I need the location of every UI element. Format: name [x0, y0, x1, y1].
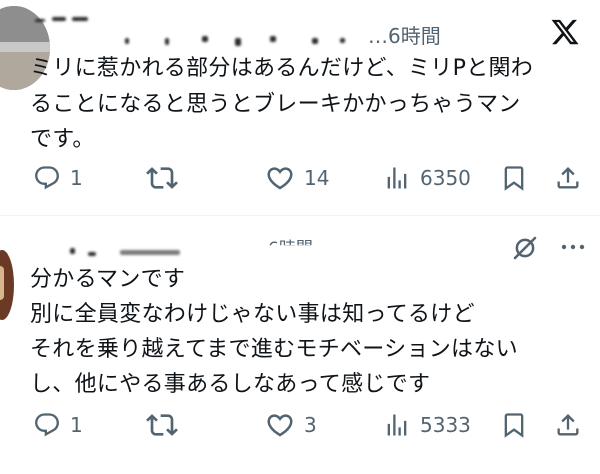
post-text-line: 分かるマンです	[30, 267, 186, 292]
bookmark-button[interactable]	[500, 407, 528, 443]
like-icon	[267, 414, 293, 437]
more-icon[interactable]	[560, 240, 586, 254]
share-icon	[557, 414, 579, 436]
like-button[interactable]: 14	[265, 160, 329, 196]
retweet-icon	[146, 414, 178, 436]
views-icon	[387, 414, 407, 436]
post-text-line: です。	[30, 127, 95, 152]
share-button[interactable]	[554, 160, 582, 196]
views-button[interactable]: 6350	[383, 160, 471, 196]
share-button[interactable]	[554, 407, 582, 443]
reply-icon	[35, 413, 59, 437]
like-count: 14	[304, 166, 330, 190]
views-icon	[387, 167, 407, 189]
post-text-line: し、他にやる事あるしなあって感じです	[30, 372, 431, 397]
post-text-line: 別に全員変なわけじゃない事は知ってるけど	[30, 302, 475, 327]
divider	[0, 215, 600, 216]
action-bar: 1 14 6350	[0, 160, 600, 196]
reply-count: 1	[70, 413, 83, 437]
post-text-line: ることになると思うとブレーキかかっちゃうマン	[30, 92, 521, 117]
reply-button[interactable]: 1	[33, 160, 83, 196]
action-bar: 1 3 5333	[0, 407, 600, 443]
like-count: 3	[304, 413, 317, 437]
bookmark-button[interactable]	[500, 160, 528, 196]
retweet-button[interactable]	[146, 160, 178, 196]
share-icon	[557, 167, 579, 189]
like-icon	[267, 167, 293, 190]
reply-count: 1	[70, 166, 83, 190]
views-button[interactable]: 5333	[383, 407, 471, 443]
reply-icon	[35, 166, 59, 190]
like-button[interactable]: 3	[265, 407, 317, 443]
post-text-line: ミリに惹かれる部分はあるんだけど、ミリPと関わ	[30, 56, 534, 81]
post-timestamp[interactable]: …6時間	[368, 20, 441, 49]
views-count: 6350	[420, 166, 471, 190]
x-logo-icon[interactable]	[549, 17, 581, 47]
retweet-icon	[146, 167, 178, 189]
reply-button[interactable]: 1	[33, 407, 83, 443]
views-count: 5333	[420, 413, 471, 437]
retweet-button[interactable]	[146, 407, 178, 443]
bookmark-icon	[504, 413, 524, 438]
bookmark-icon	[504, 166, 524, 191]
grok-icon[interactable]	[510, 233, 540, 263]
avatar[interactable]	[0, 250, 14, 320]
post-text-line: それを乗り越えてまで進むモチベーションはない	[30, 337, 518, 362]
